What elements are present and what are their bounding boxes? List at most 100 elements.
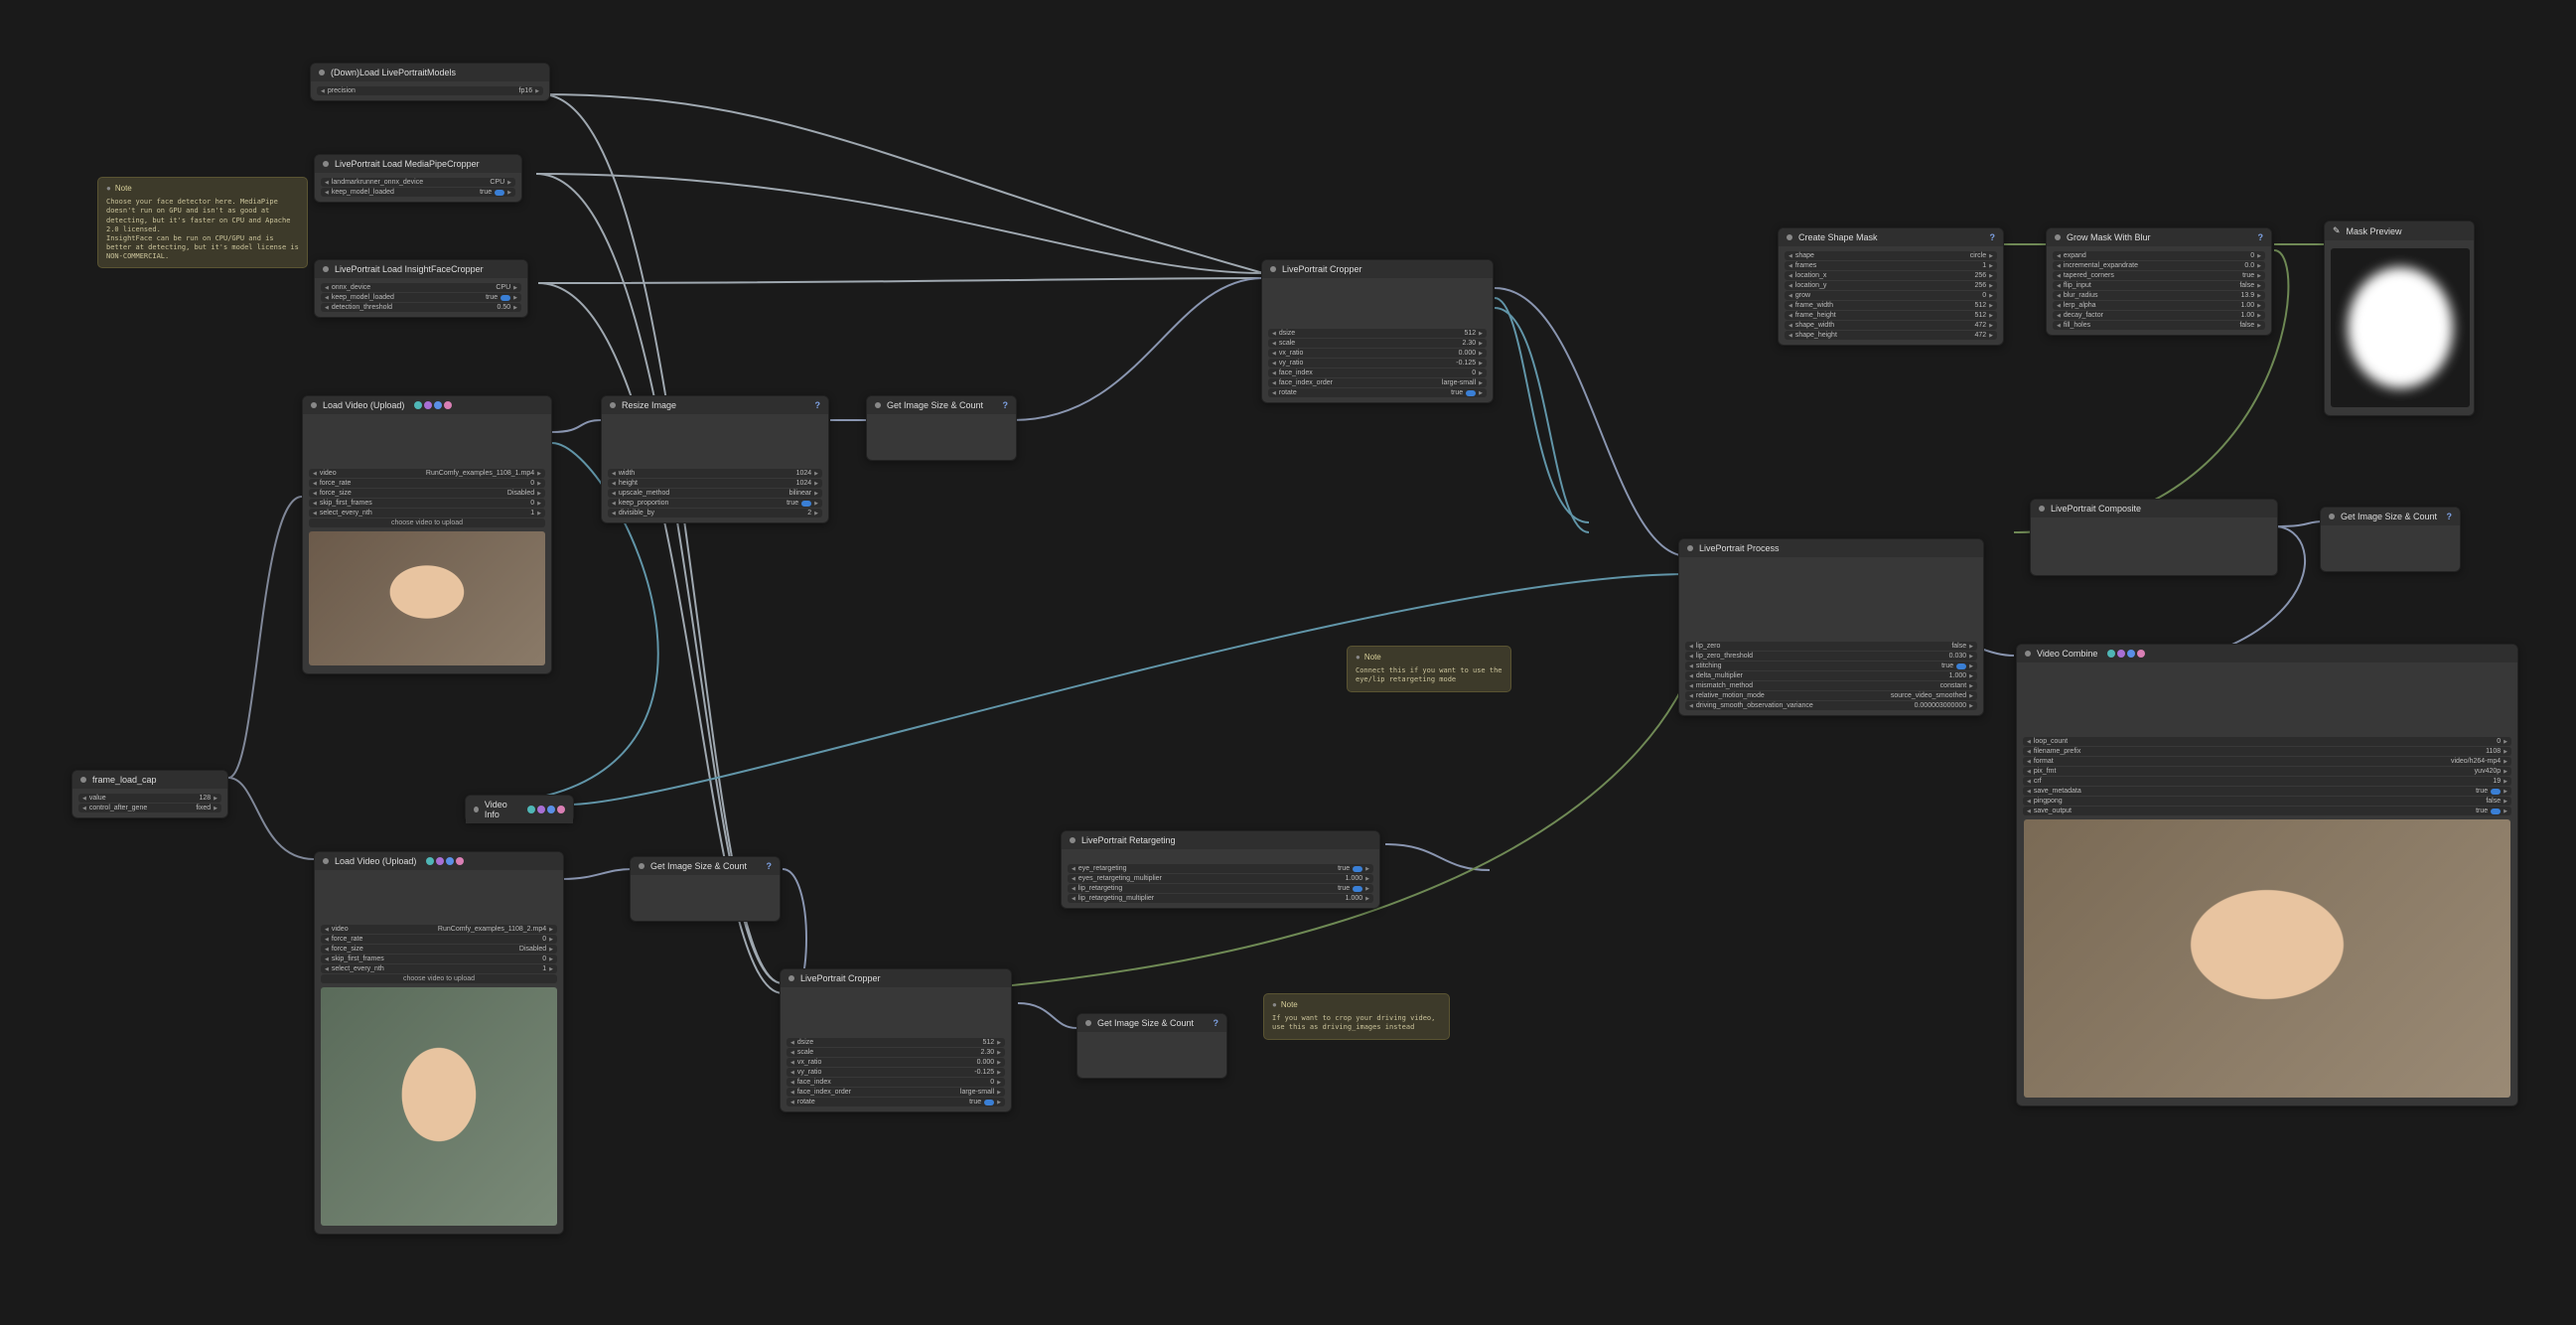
param-vx-ratio[interactable]: vx_ratio0.000	[787, 1058, 1005, 1067]
param-detection-threshold[interactable]: detection_threshold0.50	[321, 303, 521, 312]
help-icon[interactable]: ?	[1214, 1018, 1219, 1028]
node-get-image-size-count-4[interactable]: Get Image Size & Count?	[2320, 507, 2461, 572]
node-liveportrait-composite[interactable]: LivePortrait Composite	[2030, 499, 2278, 576]
node-get-image-size-count-1[interactable]: Get Image Size & Count?	[866, 395, 1017, 461]
param-relative-motion-mode[interactable]: relative_motion_modesource_video_smoothe…	[1685, 691, 1977, 700]
param-eye-retargeting[interactable]: eye_retargetingtrue	[1068, 864, 1373, 873]
param-grow[interactable]: grow0	[1785, 291, 1997, 300]
param-face-index-order[interactable]: face_index_orderlarge-small	[1268, 378, 1487, 387]
param-video[interactable]: videoRunComfy_examples_1108_1.mp4	[309, 469, 545, 478]
param-video[interactable]: videoRunComfy_examples_1108_2.mp4	[321, 925, 557, 934]
help-icon[interactable]: ?	[2447, 512, 2453, 521]
param-lip-zero-threshold[interactable]: lip_zero_threshold0.030	[1685, 652, 1977, 661]
param-loop-count[interactable]: loop_count0	[2023, 737, 2511, 746]
param-save-output[interactable]: save_outputtrue	[2023, 807, 2511, 815]
param-force-rate[interactable]: force_rate0	[321, 935, 557, 944]
node-video-combine[interactable]: Video Combine loop_count0 filename_prefi…	[2016, 644, 2518, 1106]
node-resize-image[interactable]: Resize Image? width1024 height1024 upsca…	[601, 395, 829, 523]
node-create-shape-mask[interactable]: Create Shape Mask? shapecircle frames1 l…	[1778, 227, 2004, 346]
node-graph-canvas[interactable]: (Down)Load LivePortraitModels precisionf…	[0, 0, 2576, 1325]
node-video-info[interactable]: Video Info	[465, 795, 574, 822]
param-expand[interactable]: expand0	[2053, 251, 2265, 260]
node-load-video-upload-2[interactable]: Load Video (Upload) videoRunComfy_exampl…	[314, 851, 564, 1235]
param-select-every-nth[interactable]: select_every_nth1	[321, 964, 557, 973]
help-icon[interactable]: ?	[767, 861, 773, 871]
param-width[interactable]: width1024	[608, 469, 822, 478]
param-face-index[interactable]: face_index0	[787, 1078, 1005, 1087]
param-frames[interactable]: frames1	[1785, 261, 1997, 270]
help-icon[interactable]: ?	[1990, 232, 1996, 242]
param-vy-ratio[interactable]: vy_ratio-0.125	[1268, 359, 1487, 368]
help-icon[interactable]: ?	[1003, 400, 1009, 410]
param-mismatch-method[interactable]: mismatch_methodconstant	[1685, 681, 1977, 690]
param-eyes-retargeting-multiplier[interactable]: eyes_retargeting_multiplier1.000	[1068, 874, 1373, 883]
param-lip-retargeting-multiplier[interactable]: lip_retargeting_multiplier1.000	[1068, 894, 1373, 903]
param-dsize[interactable]: dsize512	[1268, 329, 1487, 338]
param-tapered-corners[interactable]: tapered_cornerstrue	[2053, 271, 2265, 280]
param-select-every-nth[interactable]: select_every_nth1	[309, 509, 545, 517]
param-save-metadata[interactable]: save_metadatatrue	[2023, 787, 2511, 796]
param-decay-factor[interactable]: decay_factor1.00	[2053, 311, 2265, 320]
param-control-after-generate[interactable]: control_after_genefixed	[78, 804, 221, 812]
param-lip-retargeting[interactable]: lip_retargetingtrue	[1068, 884, 1373, 893]
param-rotate[interactable]: rotatetrue	[787, 1098, 1005, 1106]
param-lerp-alpha[interactable]: lerp_alpha1.00	[2053, 301, 2265, 310]
param-dsize[interactable]: dsize512	[787, 1038, 1005, 1047]
param-pix-fmt[interactable]: pix_fmtyuv420p	[2023, 767, 2511, 776]
param-pingpong[interactable]: pingpongfalse	[2023, 797, 2511, 806]
param-crf[interactable]: crf19	[2023, 777, 2511, 786]
param-force-size[interactable]: force_sizeDisabled	[309, 489, 545, 498]
node-load-video-upload-1[interactable]: Load Video (Upload) videoRunComfy_exampl…	[302, 395, 552, 674]
param-driving-smooth-variance[interactable]: driving_smooth_observation_variance0.000…	[1685, 701, 1977, 710]
node-liveportrait-retargeting[interactable]: LivePortrait Retargeting eye_retargeting…	[1061, 830, 1380, 909]
param-precision[interactable]: precisionfp16	[317, 86, 543, 95]
node-load-mediapipe-cropper[interactable]: LivePortrait Load MediaPipeCropper landm…	[314, 154, 522, 203]
param-landmarkrunner-device[interactable]: landmarkrunner_onnx_deviceCPU	[321, 178, 515, 187]
param-vx-ratio[interactable]: vx_ratio0.000	[1268, 349, 1487, 358]
param-force-size[interactable]: force_sizeDisabled	[321, 945, 557, 954]
param-incremental-expandrate[interactable]: incremental_expandrate0.0	[2053, 261, 2265, 270]
param-delta-multiplier[interactable]: delta_multiplier1.000	[1685, 671, 1977, 680]
param-keep-proportion[interactable]: keep_proportiontrue	[608, 499, 822, 508]
help-icon[interactable]: ?	[815, 400, 821, 410]
node-liveportrait-process[interactable]: LivePortrait Process lip_zerofalse lip_z…	[1678, 538, 1984, 716]
node-get-image-size-count-2[interactable]: Get Image Size & Count?	[630, 856, 781, 922]
param-skip-first-frames[interactable]: skip_first_frames0	[321, 955, 557, 963]
param-format[interactable]: formatvideo/h264-mp4	[2023, 757, 2511, 766]
param-onnx-device[interactable]: onnx_deviceCPU	[321, 283, 521, 292]
node-download-liveportrait-models[interactable]: (Down)Load LivePortraitModels precisionf…	[310, 63, 550, 101]
param-lip-zero[interactable]: lip_zerofalse	[1685, 642, 1977, 651]
param-frame-width[interactable]: frame_width512	[1785, 301, 1997, 310]
param-fill-holes[interactable]: fill_holesfalse	[2053, 321, 2265, 330]
node-frame-load-cap[interactable]: frame_load_cap value128 control_after_ge…	[72, 770, 228, 818]
param-scale[interactable]: scale2.30	[1268, 339, 1487, 348]
node-grow-mask-with-blur[interactable]: Grow Mask With Blur? expand0 incremental…	[2046, 227, 2272, 336]
param-skip-first-frames[interactable]: skip_first_frames0	[309, 499, 545, 508]
node-load-insightface-cropper[interactable]: LivePortrait Load InsightFaceCropper onn…	[314, 259, 528, 318]
param-stitching[interactable]: stitchingtrue	[1685, 662, 1977, 670]
param-height[interactable]: height1024	[608, 479, 822, 488]
param-face-index[interactable]: face_index0	[1268, 368, 1487, 377]
param-scale[interactable]: scale2.30	[787, 1048, 1005, 1057]
param-value[interactable]: value128	[78, 794, 221, 803]
param-vy-ratio[interactable]: vy_ratio-0.125	[787, 1068, 1005, 1077]
param-location-x[interactable]: location_x256	[1785, 271, 1997, 280]
node-liveportrait-cropper-2[interactable]: LivePortrait Cropper dsize512 scale2.30 …	[780, 968, 1012, 1112]
param-blur-radius[interactable]: blur_radius13.9	[2053, 291, 2265, 300]
param-face-index-order[interactable]: face_index_orderlarge-small	[787, 1088, 1005, 1097]
param-keep-model-loaded[interactable]: keep_model_loadedtrue	[321, 293, 521, 302]
param-shape-height[interactable]: shape_height472	[1785, 331, 1997, 340]
param-force-rate[interactable]: force_rate0	[309, 479, 545, 488]
param-shape[interactable]: shapecircle	[1785, 251, 1997, 260]
param-filename-prefix[interactable]: filename_prefix1108	[2023, 747, 2511, 756]
button-choose-video[interactable]: choose video to upload	[309, 518, 545, 527]
button-choose-video[interactable]: choose video to upload	[321, 974, 557, 983]
param-frame-height[interactable]: frame_height512	[1785, 311, 1997, 320]
node-mask-preview[interactable]: ✎Mask Preview	[2324, 221, 2475, 416]
param-upscale-method[interactable]: upscale_methodbilinear	[608, 489, 822, 498]
param-keep-model-loaded[interactable]: keep_model_loadedtrue	[321, 188, 515, 197]
param-divisible-by[interactable]: divisible_by2	[608, 509, 822, 517]
param-shape-width[interactable]: shape_width472	[1785, 321, 1997, 330]
param-flip-input[interactable]: flip_inputfalse	[2053, 281, 2265, 290]
param-rotate[interactable]: rotatetrue	[1268, 388, 1487, 397]
